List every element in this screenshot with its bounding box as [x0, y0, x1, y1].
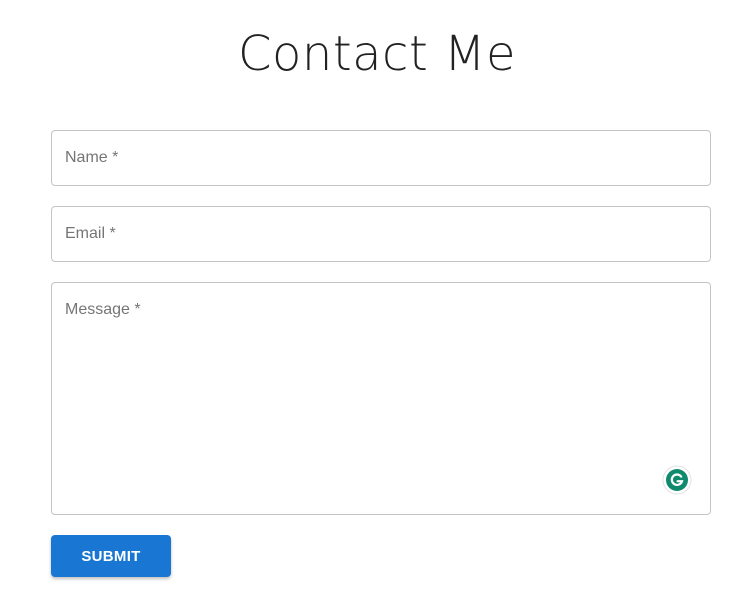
email-placeholder: Email *	[65, 225, 116, 242]
name-field[interactable]: Name *	[51, 130, 711, 186]
email-field[interactable]: Email *	[51, 206, 711, 262]
page-title: Contact Me	[238, 26, 516, 82]
grammarly-icon[interactable]	[662, 465, 692, 495]
submit-button[interactable]: SUBMIT	[51, 535, 171, 577]
message-placeholder: Message *	[65, 301, 141, 318]
name-placeholder: Name *	[65, 149, 119, 166]
message-field[interactable]: Message *	[51, 282, 711, 515]
